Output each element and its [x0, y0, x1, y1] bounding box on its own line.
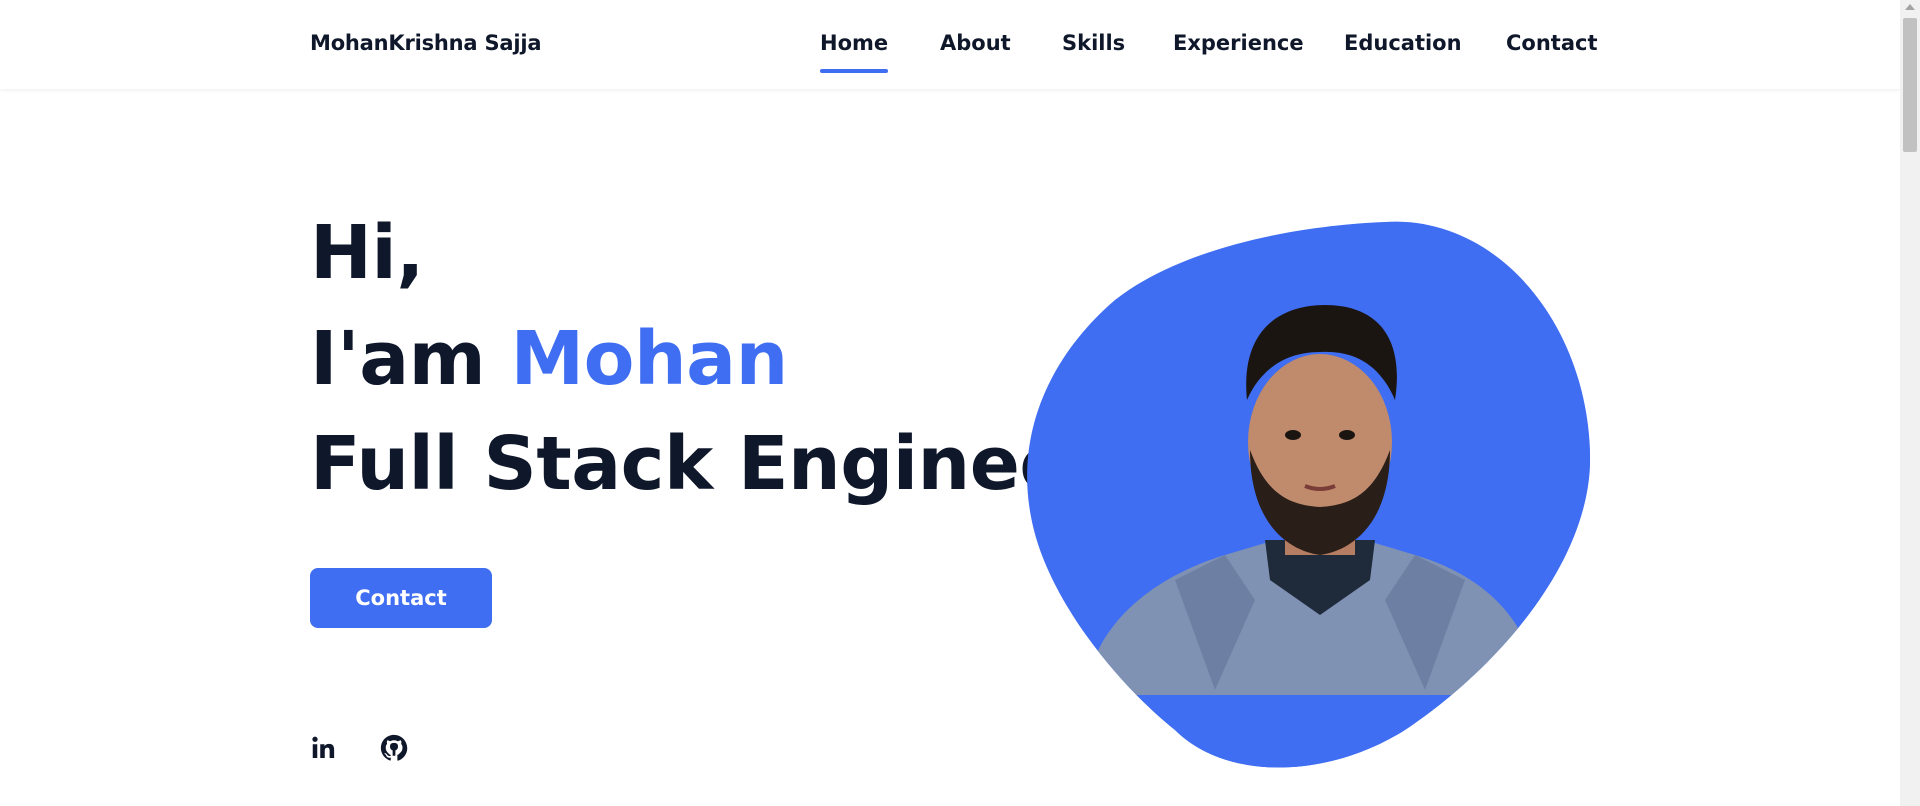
- profile-photo-frame: [1025, 220, 1591, 770]
- hero-role: Full Stack Engineer: [310, 421, 1106, 507]
- nav-home[interactable]: Home: [820, 31, 889, 73]
- page-scrollbar[interactable]: [1900, 0, 1920, 806]
- hero-name: Mohan: [510, 316, 789, 402]
- nav-skills[interactable]: Skills: [1062, 31, 1125, 55]
- scroll-thumb[interactable]: [1903, 18, 1917, 152]
- nav-contact[interactable]: Contact: [1506, 31, 1598, 55]
- linkedin-icon[interactable]: [309, 733, 339, 763]
- nav-about[interactable]: About: [940, 31, 1011, 55]
- contact-button[interactable]: Contact: [310, 568, 492, 628]
- nav-experience[interactable]: Experience: [1173, 31, 1304, 55]
- site-header: MohanKrishna Sajja Home About Skills Exp…: [0, 0, 1900, 89]
- github-icon[interactable]: [379, 733, 409, 763]
- hero-intro: I'am Mohan: [310, 322, 788, 396]
- main-nav: Home About Skills Experience Education C…: [0, 31, 1900, 73]
- scroll-up-icon[interactable]: [1905, 4, 1915, 10]
- hero-greeting: Hi,: [310, 210, 424, 296]
- hero-intro-prefix: I'am: [310, 316, 511, 402]
- nav-education[interactable]: Education: [1344, 31, 1462, 55]
